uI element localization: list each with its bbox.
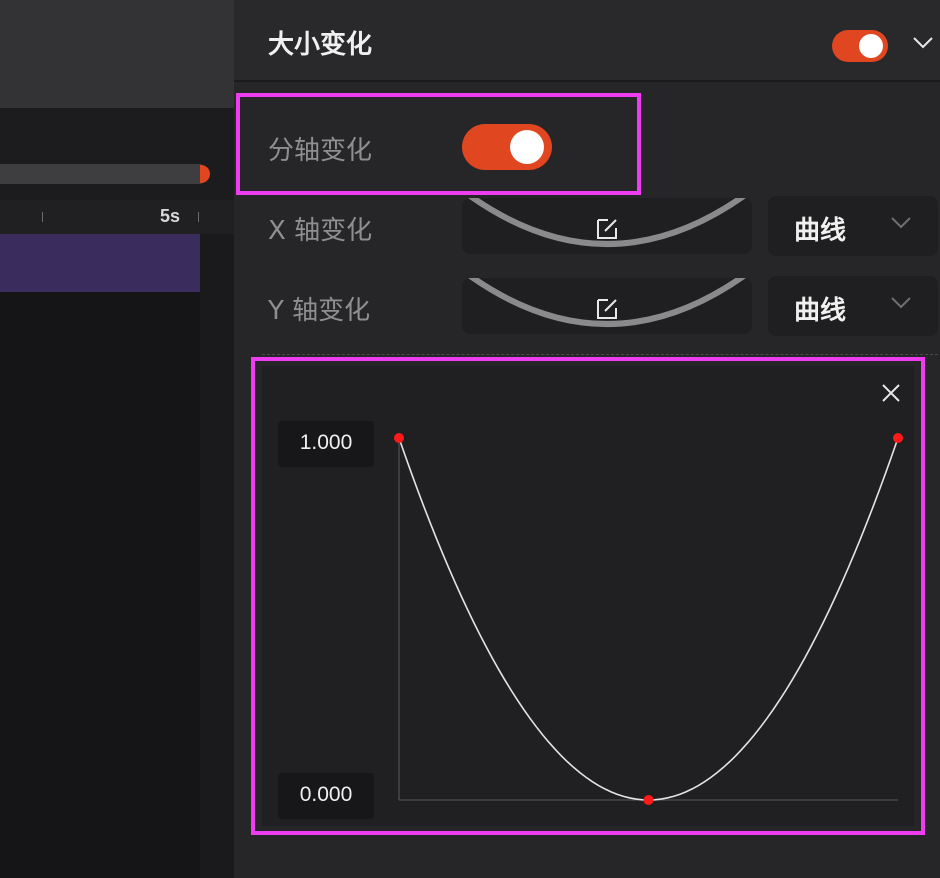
divider	[262, 354, 938, 355]
x-axis-label: X 轴变化	[268, 216, 373, 246]
timeline-clip[interactable]	[0, 234, 234, 292]
edit-icon[interactable]	[596, 216, 620, 240]
y-axis-mode-select[interactable]: 曲线	[768, 276, 938, 336]
section-title: 大小变化	[268, 30, 373, 60]
chevron-down-icon	[891, 217, 911, 229]
highlight-box-split-axis	[236, 93, 641, 195]
x-axis-mode-select[interactable]: 曲线	[768, 196, 938, 256]
ruler-time-label: 5s	[160, 206, 181, 226]
x-axis-curve-preview[interactable]	[462, 198, 752, 254]
edit-icon[interactable]	[596, 296, 620, 320]
timeline-header	[0, 108, 234, 200]
timeline-track-area-edge	[200, 234, 234, 878]
toggle-knob	[859, 34, 883, 58]
ruler-tick	[42, 212, 43, 222]
y-axis-mode-value: 曲线	[794, 296, 847, 326]
highlight-box-curve-editor	[251, 357, 925, 835]
preview-area	[0, 0, 234, 108]
x-axis-mode-value: 曲线	[794, 216, 847, 246]
y-axis-curve-preview[interactable]	[462, 278, 752, 334]
panel-lower-area	[266, 834, 924, 878]
chevron-down-icon[interactable]	[912, 36, 934, 50]
timeline-scrubber-track[interactable]	[0, 164, 204, 184]
ruler-tick	[198, 212, 199, 222]
timeline-track-area	[0, 292, 200, 878]
section-toggle[interactable]	[832, 30, 888, 62]
chevron-down-icon	[891, 297, 911, 309]
y-axis-label: Y 轴变化	[268, 296, 371, 326]
